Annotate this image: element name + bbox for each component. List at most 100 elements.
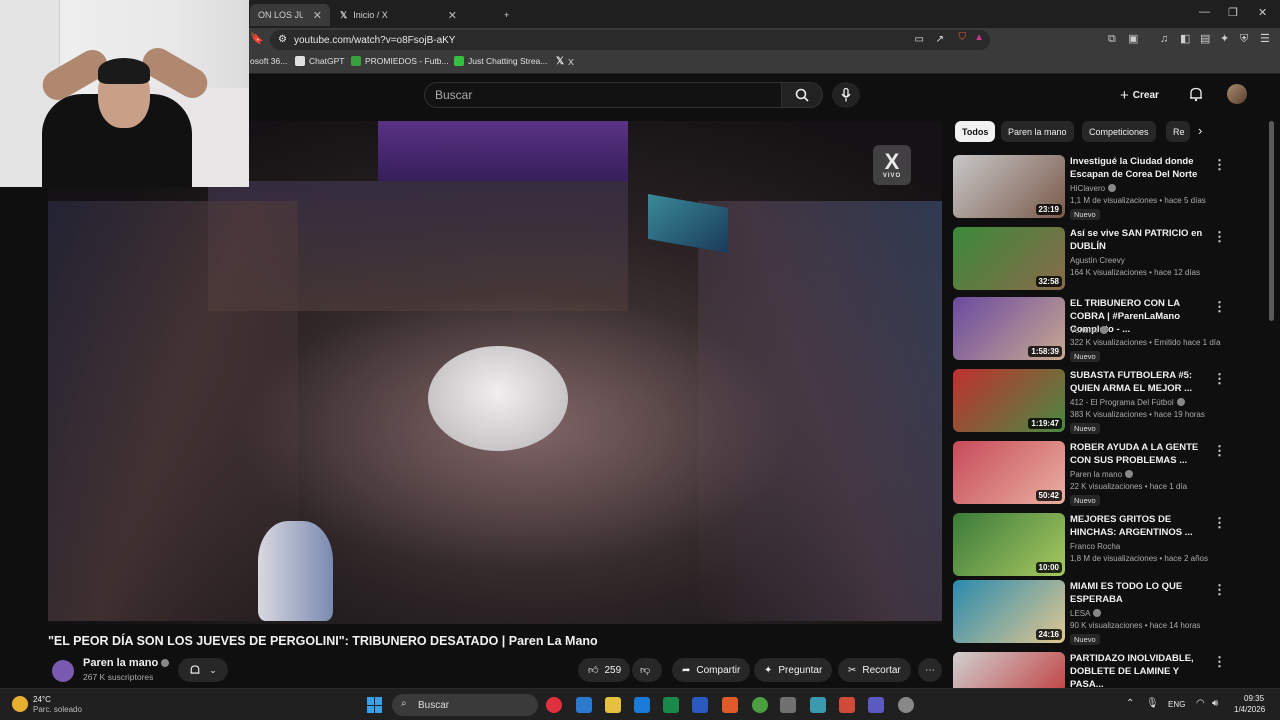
video-player[interactable]: X VIVO	[48, 121, 942, 624]
app-icon[interactable]	[810, 697, 826, 713]
language-indicator[interactable]: ENG	[1168, 700, 1185, 709]
minimize-icon[interactable]: —	[1199, 6, 1210, 18]
video-thumbnail[interactable]: 10:00	[953, 513, 1065, 576]
video-thumbnail[interactable]: 1:58:39	[953, 297, 1065, 360]
more-vertical-icon[interactable]: ⋮	[1213, 229, 1226, 245]
video-thumbnail[interactable]: 32:58	[953, 227, 1065, 290]
video-thumbnail[interactable]: 1:19:47	[953, 369, 1065, 432]
brave-rewards-icon[interactable]: ▲	[974, 32, 984, 43]
outlook-icon[interactable]	[634, 697, 650, 713]
close-icon[interactable]: ✕	[313, 9, 322, 22]
cast-icon[interactable]: ▭	[915, 34, 924, 45]
windows-start-icon[interactable]	[367, 697, 383, 713]
recommendation-channel[interactable]: Vorterix	[1070, 326, 1109, 335]
bookmark-kick[interactable]: Just Chatting Strea...	[454, 56, 547, 66]
new-tab-button[interactable]: +	[496, 4, 517, 26]
create-button[interactable]: + Crear	[1120, 84, 1159, 106]
recommendation-channel[interactable]: Agustín Creevy	[1070, 256, 1125, 265]
excel-icon[interactable]	[663, 697, 679, 713]
video-thumbnail[interactable]: 23:19	[953, 155, 1065, 218]
recommendation-title[interactable]: MIAMI ES TODO LO QUE ESPERABA	[1070, 580, 1210, 606]
more-actions-button[interactable]: ⋯	[918, 658, 942, 682]
recommendation-title[interactable]: MEJORES GRITOS DE HINCHAS: ARGENTINOS ..…	[1070, 513, 1210, 539]
music-icon[interactable]: ♫	[1160, 34, 1168, 45]
search-button[interactable]	[781, 82, 823, 108]
recommendation-title[interactable]: ROBER AYUDA A LA GENTE CON SUS PROBLEMAS…	[1070, 441, 1210, 467]
teams-icon[interactable]	[868, 697, 884, 713]
vscode-icon[interactable]	[576, 697, 592, 713]
more-vertical-icon[interactable]: ⋮	[1213, 515, 1226, 531]
recommendation-item[interactable]: 1:19:47 SUBASTA FUTBOLERA #5: QUIEN ARMA …	[953, 369, 1271, 434]
window-close-icon[interactable]: ✕	[1258, 6, 1267, 19]
recommendation-title[interactable]: Investigué la Ciudad donde Escapan de Co…	[1070, 155, 1210, 181]
more-vertical-icon[interactable]: ⋮	[1213, 582, 1226, 598]
more-vertical-icon[interactable]: ⋮	[1213, 157, 1226, 173]
bookmark-icon[interactable]: 🔖	[250, 34, 264, 45]
chip-paren-la-mano[interactable]: Paren la mano	[1001, 121, 1074, 142]
search-input[interactable]: Buscar	[424, 82, 782, 108]
share-button[interactable]: ➦ Compartir	[672, 658, 751, 682]
bookmark-x[interactable]: 𝕏X	[556, 56, 574, 67]
recommendation-item[interactable]: 10:00 MEJORES GRITOS DE HINCHAS: ARGENTIN…	[953, 513, 1271, 577]
more-vertical-icon[interactable]: ⋮	[1213, 299, 1226, 315]
chip-competiciones[interactable]: Competiciones	[1082, 121, 1156, 142]
recommendation-title[interactable]: Así se vive SAN PATRICIO en DUBLÍN	[1070, 227, 1210, 253]
like-button[interactable]: 👍︎ 259	[578, 658, 630, 682]
subscription-notifications-button[interactable]: ⌄	[178, 658, 228, 682]
voice-search-button[interactable]	[832, 82, 860, 108]
screenshot-icon[interactable]: ▣	[1128, 34, 1138, 45]
brave-shield-icon[interactable]: ⛉	[959, 32, 967, 43]
weather-sun-icon[interactable]	[12, 696, 28, 712]
sidebar-icon[interactable]: ◧	[1180, 34, 1190, 45]
url-field[interactable]: ⚙ youtube.com/watch?v=o8FsojB-aKY ▭ ↗ ⛉ …	[270, 30, 990, 50]
recommendation-item[interactable]: 23:19 Investigué la Ciudad donde Escapan …	[953, 155, 1271, 220]
site-info-icon[interactable]: ⚙	[278, 34, 287, 45]
media-player-icon[interactable]	[546, 697, 562, 713]
channel-name[interactable]: Paren la mano	[83, 657, 170, 669]
video-thumbnail[interactable]: 24:16	[953, 580, 1065, 643]
more-vertical-icon[interactable]: ⋮	[1213, 443, 1226, 459]
bookmark-promiedos[interactable]: PROMIEDOS - Futb...	[351, 56, 449, 66]
app-icon[interactable]	[780, 697, 796, 713]
microphone-icon[interactable]: 🎙︎	[1146, 698, 1159, 709]
recommendation-channel[interactable]: 412 - El Programa Del Fútbol	[1070, 398, 1185, 407]
scrollbar[interactable]	[1269, 121, 1274, 321]
chip-todos[interactable]: Todos	[955, 121, 996, 142]
recommendation-item[interactable]: 32:58 Así se vive SAN PATRICIO en DUBLÍN A…	[953, 227, 1271, 291]
menu-icon[interactable]: ☰	[1260, 34, 1270, 45]
leo-icon[interactable]: ✦	[1220, 34, 1229, 45]
avatar[interactable]	[1227, 84, 1247, 104]
channel-avatar[interactable]	[52, 660, 74, 682]
chevron-right-icon[interactable]: ›	[1198, 123, 1202, 138]
weather-description[interactable]: Parc. soleado	[33, 705, 82, 714]
bookmark-microsoft[interactable]: osoft 36...	[250, 56, 287, 66]
taskbar-search[interactable]: ⌕ Buscar	[392, 694, 538, 716]
clip-button[interactable]: ✂ Recortar	[838, 658, 911, 682]
word-icon[interactable]	[692, 697, 708, 713]
weather-temp[interactable]: 24°C	[33, 695, 51, 704]
recommendation-title[interactable]: PARTIDAZO INOLVIDABLE, DOBLETE DE LAMINE…	[1070, 652, 1210, 691]
recommendation-channel[interactable]: Paren la mano	[1070, 470, 1134, 479]
tab-youtube[interactable]: ON LOS JUEVES D ✕	[250, 4, 330, 26]
chevron-up-icon[interactable]: ⌃	[1126, 698, 1134, 709]
brave-icon[interactable]	[722, 697, 738, 713]
tab-x[interactable]: 𝕏 Inicio / X ✕	[332, 4, 482, 26]
extensions-icon[interactable]: ⧉	[1108, 34, 1116, 45]
video-thumbnail[interactable]: 50:42	[953, 441, 1065, 504]
recommendation-item[interactable]: 50:42 ROBER AYUDA A LA GENTE CON SUS PROB…	[953, 441, 1271, 506]
close-icon[interactable]: ✕	[448, 9, 457, 22]
dislike-button[interactable]: 👎︎	[632, 658, 662, 682]
recommendation-channel[interactable]: Franco Rocha	[1070, 542, 1120, 551]
recommendation-title[interactable]: SUBASTA FUTBOLERA #5: QUIEN ARMA EL MEJO…	[1070, 369, 1210, 395]
app-icon[interactable]	[839, 697, 855, 713]
maximize-icon[interactable]: ❐	[1228, 6, 1238, 19]
app-icon[interactable]	[898, 697, 914, 713]
notifications-button[interactable]	[1188, 86, 1204, 107]
volume-icon[interactable]: 🔊︎	[1212, 698, 1218, 709]
vpn-icon[interactable]: ⛨	[1240, 34, 1248, 45]
share-icon[interactable]: ↗	[936, 34, 944, 45]
more-vertical-icon[interactable]: ⋮	[1213, 654, 1226, 670]
chrome-icon[interactable]	[752, 697, 768, 713]
recommendation-channel[interactable]: HiClavero	[1070, 184, 1117, 193]
clock-date[interactable]: 1/4/2026	[1234, 705, 1265, 714]
